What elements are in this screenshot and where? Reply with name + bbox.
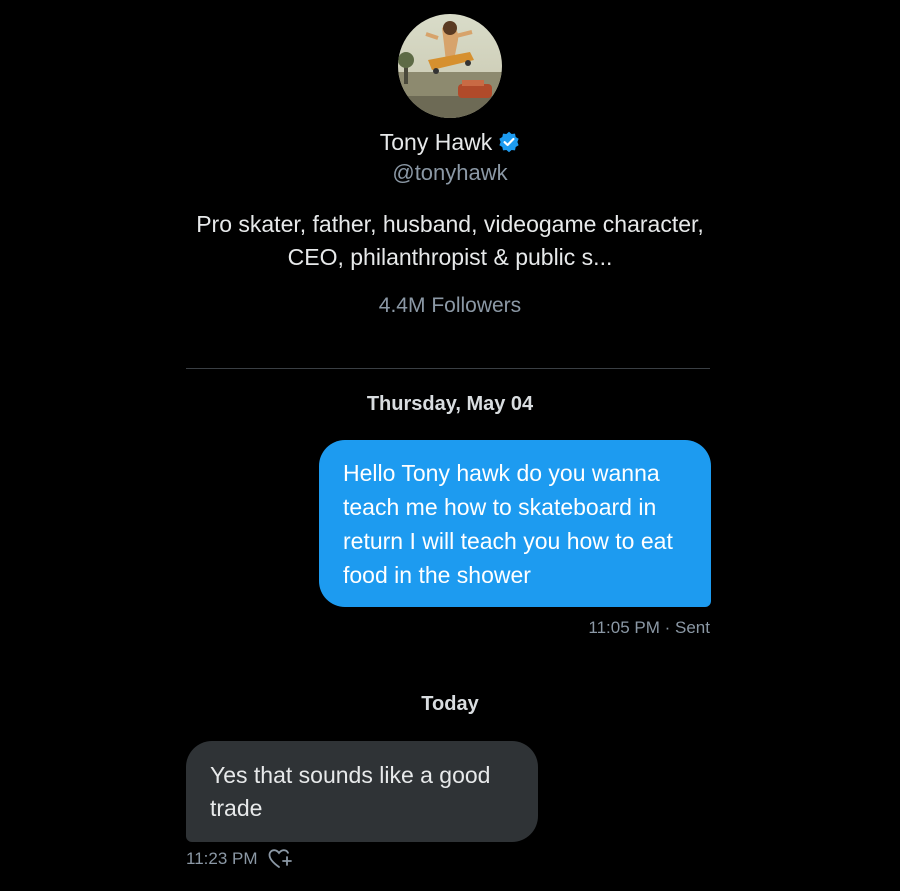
add-reaction-heart-icon[interactable] [268, 848, 292, 870]
profile-name[interactable]: Tony Hawk [380, 129, 492, 156]
received-message-meta: 11:23 PM [186, 848, 292, 870]
profile-divider [186, 368, 710, 369]
date-separator-thursday: Thursday, May 04 [366, 393, 534, 415]
date-separator-today: Today [421, 693, 479, 715]
received-message-time: 11:23 PM [186, 849, 258, 868]
avatar-photo [398, 14, 502, 118]
profile-name-row: Tony Hawk [0, 126, 900, 158]
profile-handle[interactable]: @tonyhawk [0, 160, 900, 186]
profile-bio: Pro skater, father, husband, videogame c… [196, 211, 704, 270]
verified-badge-icon [498, 131, 520, 153]
followers-count[interactable]: 4.4M Followers [0, 294, 900, 318]
received-message-bubble[interactable]: Yes that sounds like a good trade [186, 741, 538, 842]
profile-avatar[interactable] [398, 14, 502, 118]
sent-message-bubble[interactable]: Hello Tony hawk do you wanna teach me ho… [319, 440, 711, 607]
sent-message-meta: 11:05 PM · Sent [588, 618, 710, 637]
